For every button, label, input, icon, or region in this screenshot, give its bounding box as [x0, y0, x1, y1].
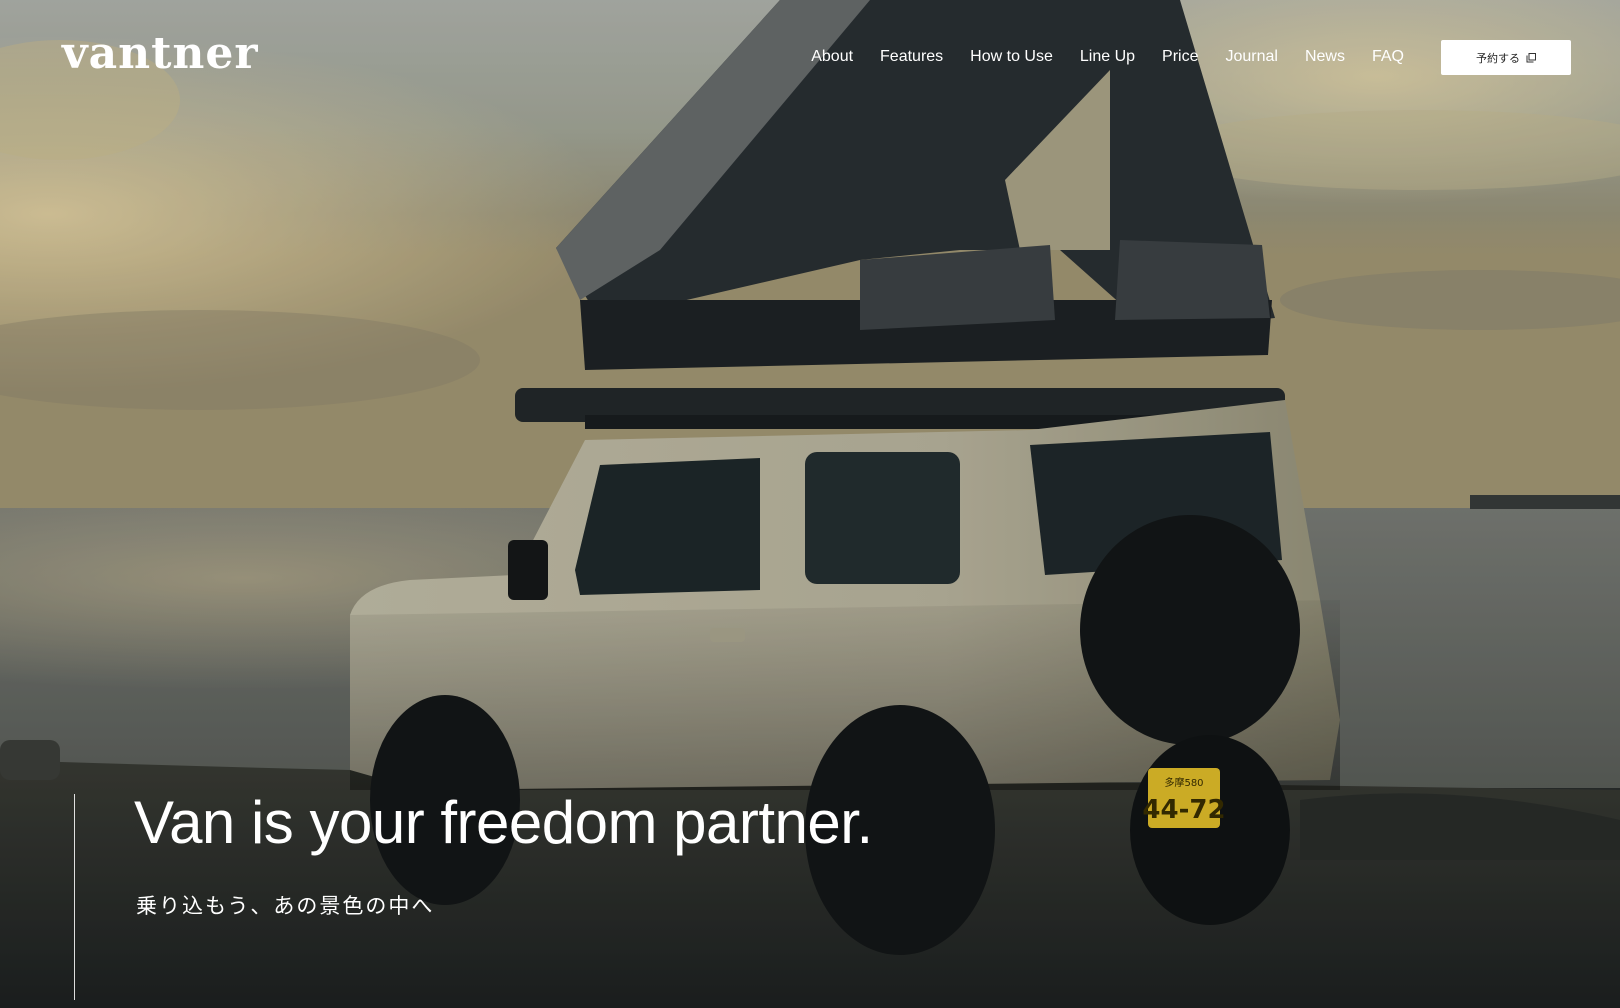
hero-title: Van is your freedom partner.	[134, 789, 873, 856]
nav-item-price[interactable]: Price	[1162, 44, 1198, 70]
hero-vertical-line	[74, 794, 75, 1000]
main-nav: About Features How to Use Line Up Price …	[811, 44, 1404, 70]
nav-item-features[interactable]: Features	[880, 44, 943, 70]
external-link-icon	[1526, 52, 1536, 63]
reserve-button[interactable]: 予約する	[1441, 40, 1571, 75]
reserve-label: 予約する	[1476, 51, 1520, 65]
nav-item-about[interactable]: About	[811, 44, 853, 70]
hero-subtitle: 乗り込もう、あの景色の中へ	[136, 894, 435, 918]
nav-item-faq[interactable]: FAQ	[1372, 44, 1404, 70]
brand-logo[interactable]: vantner	[62, 30, 259, 78]
nav-item-news[interactable]: News	[1305, 44, 1345, 70]
nav-item-how-to-use[interactable]: How to Use	[970, 44, 1053, 70]
nav-item-line-up[interactable]: Line Up	[1080, 44, 1135, 70]
nav-item-journal[interactable]: Journal	[1225, 44, 1277, 70]
